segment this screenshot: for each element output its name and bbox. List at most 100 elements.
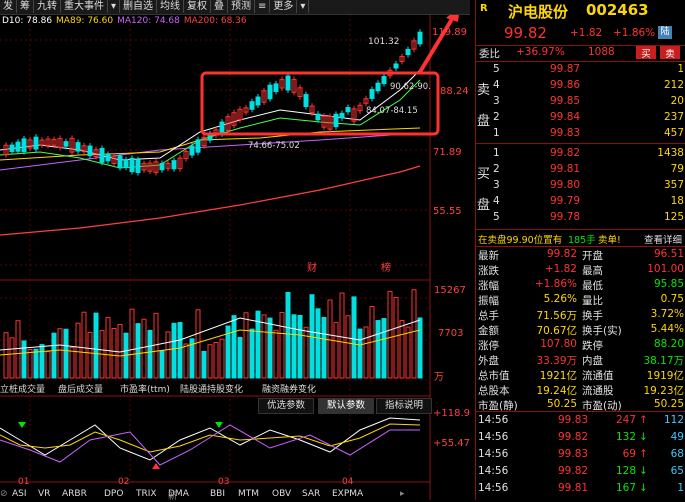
chart-canvas[interactable] <box>0 0 475 500</box>
volume-bar <box>279 311 285 379</box>
tick-direction-icon: ↓ <box>639 482 648 494</box>
sell-level-row[interactable]: 1 99.83 457 <box>476 127 685 142</box>
indicator-tab[interactable]: VR <box>38 489 50 499</box>
buy-side-label: 买 <box>477 167 491 182</box>
candle-body <box>393 63 399 69</box>
stat-value: 33.39万 <box>536 355 577 367</box>
sell-level-row[interactable]: 2 99.84 237 <box>476 111 685 126</box>
volume-tab[interactable]: 融资融券变化 <box>262 382 316 396</box>
toolbar-button[interactable]: ▾ <box>108 0 121 13</box>
sell-level-row[interactable]: 5 99.87 1 <box>476 63 685 78</box>
indicator-tab[interactable]: BBI <box>210 489 225 499</box>
arrow-shaft <box>418 12 457 74</box>
volume-bar <box>375 320 381 379</box>
level-price: 99.86 <box>550 79 581 91</box>
indicator-tab-extra[interactable]: 新 <box>168 489 177 502</box>
indicator-tab[interactable]: TRIX <box>136 489 157 499</box>
stat-label: 换手 <box>582 310 603 322</box>
toolbar-button[interactable]: 发 <box>0 0 17 13</box>
volume-bar <box>27 349 33 379</box>
volume-bar <box>9 337 15 379</box>
volume-bar <box>273 329 279 379</box>
indicator-tab[interactable]: ASI <box>12 489 27 499</box>
tick-volume: 128 <box>615 465 636 477</box>
buy-level-row[interactable]: 1 99.82 1438 <box>476 147 685 162</box>
level-volume: 1438 <box>657 147 684 159</box>
volume-bar <box>249 328 255 379</box>
tick-time: 14:56 <box>478 414 509 426</box>
volume-tab[interactable]: 盘后成交量 <box>58 382 103 396</box>
level-index: 5 <box>493 63 500 75</box>
candle-body <box>303 94 309 107</box>
stat-label: 总市值 <box>478 370 510 382</box>
volume-ma-line <box>0 329 421 357</box>
toolbar-button[interactable]: 均线 <box>157 0 185 13</box>
indicator-tab[interactable]: SAR <box>302 489 320 499</box>
volume-bar <box>69 347 75 379</box>
notice-link[interactable]: 查看详细 <box>644 232 682 246</box>
stat-value: 99.82 <box>546 248 577 260</box>
param-tab[interactable]: 优选参数 <box>258 398 315 414</box>
candle-body <box>171 160 177 170</box>
toolbar-button[interactable]: 预测 <box>228 0 256 13</box>
indicator-tab-extra[interactable]: ⊘ <box>0 489 8 499</box>
volume-tab[interactable]: 立桩成交量 <box>0 382 45 396</box>
buy-level-row[interactable]: 3 99.80 357 <box>476 179 685 194</box>
level-price: 99.82 <box>550 147 581 159</box>
level-volume: 20 <box>670 95 684 107</box>
price-axis-label: 88.24 <box>440 86 469 97</box>
price-change: +1.82 <box>570 27 603 39</box>
buy-level-row[interactable]: 2 99.81 79 <box>476 163 685 178</box>
candle-body <box>255 96 261 106</box>
buy-level-row[interactable]: 5 99.78 125 <box>476 211 685 226</box>
sell-button[interactable]: 卖 <box>660 46 680 60</box>
param-tab[interactable]: 指标说明 <box>376 398 433 414</box>
notice-count: 185手 <box>568 235 596 246</box>
candle-body <box>405 48 411 56</box>
indicator-tab[interactable]: DPO <box>104 489 123 499</box>
dragon-tiger-marker[interactable]: 榜 <box>381 259 391 274</box>
stat-value: 0.75 <box>660 293 684 305</box>
toolbar-button[interactable]: ≡ <box>255 0 271 13</box>
toolbar-button[interactable]: 筹 <box>17 0 34 13</box>
indicator-tab[interactable]: ARBR <box>62 489 87 499</box>
volume-bar <box>333 322 339 379</box>
toolbar-button[interactable]: 更多 <box>270 0 298 13</box>
level-price: 99.83 <box>550 127 581 139</box>
tick-row: 14:56 99.82 128 ↓ 65 <box>476 465 685 480</box>
stat-label: 涨停 <box>478 340 499 352</box>
toolbar-button[interactable]: 重大事件 <box>61 0 108 13</box>
sell-level-row[interactable]: 4 99.86 212 <box>476 79 685 94</box>
kline-chart[interactable]: 发筹九转 重大事件 ▾ 删自选 均线 复权叠预测 ≡ 更多 ▾ D10: 78.86 MA89: … <box>0 0 475 502</box>
toolbar-button[interactable]: 九转 <box>34 0 61 13</box>
tick-price: 99.81 <box>558 482 589 494</box>
sell-level-row[interactable]: 3 99.85 20 <box>476 95 685 110</box>
volume-bar <box>351 296 357 379</box>
toolbar-button[interactable]: 删自选 <box>120 0 158 13</box>
volume-tab[interactable]: 市盈率(ttm) <box>120 382 170 396</box>
osc-axis-label: +118.9 <box>433 408 471 419</box>
indicator-tab[interactable]: EXPMA <box>332 489 363 499</box>
level-volume: 357 <box>663 179 684 191</box>
tick-direction-icon: ↓ <box>639 431 648 443</box>
param-tab[interactable]: 默认参数 <box>318 398 375 414</box>
sell-side-label: 盘 <box>477 114 491 129</box>
volume-tab[interactable]: 陆股通持股变化 <box>180 382 243 396</box>
stat-value: +1.82 <box>544 263 577 275</box>
volume-bar <box>3 332 9 379</box>
candle-body <box>381 76 387 84</box>
candle-body <box>129 157 135 173</box>
buy-button[interactable]: 买 <box>636 46 656 60</box>
indicator-tab-extra[interactable]: ▸ <box>400 489 405 499</box>
indicator-tab[interactable]: OBV <box>272 489 291 499</box>
level-volume: 212 <box>663 79 684 91</box>
toolbar-button[interactable]: 复权 <box>184 0 212 13</box>
toolbar-button[interactable]: 叠 <box>211 0 229 13</box>
stats-row: 金额 70.67亿 换手(实) 5.44% <box>476 323 685 338</box>
price-change-pct: +1.86% <box>613 27 656 39</box>
finance-marker[interactable]: 财 <box>307 259 317 274</box>
buy-level-row[interactable]: 4 99.79 18 <box>476 195 685 210</box>
indicator-tab[interactable]: MTM <box>238 489 259 499</box>
stat-value: 1919亿 <box>646 370 684 382</box>
toolbar-button[interactable]: ▾ <box>297 0 310 13</box>
